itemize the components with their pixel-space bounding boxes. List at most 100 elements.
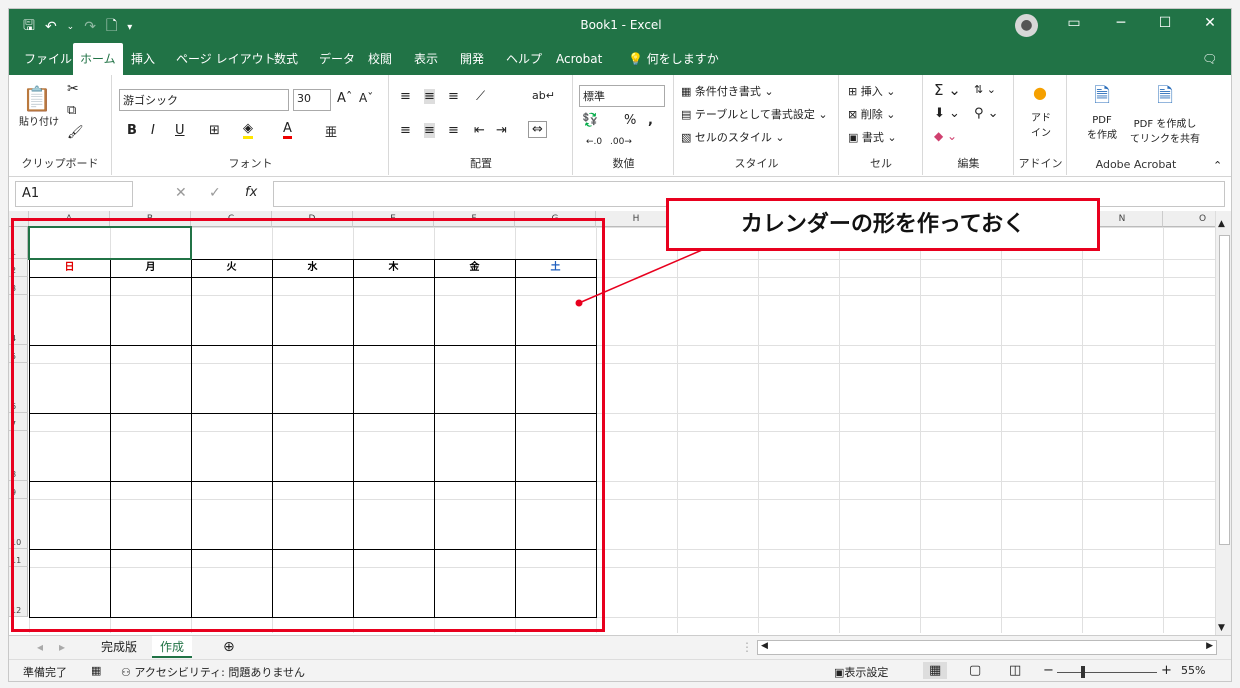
decrease-decimal-icon[interactable]: .00→ bbox=[610, 137, 632, 147]
sort-filter-icon[interactable]: ⇅ ⌄ bbox=[974, 83, 996, 96]
zoom-out-icon[interactable]: − bbox=[1043, 663, 1054, 678]
font-name-select[interactable]: 游ゴシック bbox=[119, 89, 289, 111]
scroll-up-icon[interactable]: ▲ bbox=[1218, 219, 1225, 229]
wrap-text-icon[interactable]: ab↵ bbox=[532, 89, 555, 102]
accessibility-status[interactable]: ⚇ アクセシビリティ: 問題ありません bbox=[121, 664, 305, 680]
copy-icon[interactable]: ⧉ bbox=[67, 103, 76, 118]
delete-cells-button[interactable]: ⊠ 削除 ⌄ bbox=[848, 106, 895, 122]
align-left-icon[interactable]: ≡ bbox=[400, 123, 411, 138]
calendar-highlight-box bbox=[11, 218, 605, 632]
font-color-icon[interactable]: A bbox=[283, 121, 292, 139]
close-button[interactable]: ✕ bbox=[1195, 15, 1225, 31]
maximize-button[interactable]: ☐ bbox=[1150, 15, 1180, 31]
horizontal-scrollbar[interactable]: ◀ ▶ bbox=[757, 640, 1217, 655]
grow-font-icon[interactable]: Aˆ bbox=[337, 91, 352, 106]
number-format-select[interactable]: 標準 bbox=[579, 85, 665, 107]
pdf-share-icon: 🗎 bbox=[1156, 83, 1174, 107]
phonetic-icon[interactable]: 亜 bbox=[325, 123, 337, 140]
tab-developer[interactable]: 開発 bbox=[453, 43, 491, 75]
tell-me-search[interactable]: 💡 何をしますか bbox=[621, 43, 726, 75]
normal-view-icon[interactable]: ▦ bbox=[923, 662, 948, 679]
currency-icon[interactable]: 💱 bbox=[582, 113, 598, 128]
macro-record-icon[interactable]: ▦ bbox=[91, 664, 101, 677]
fill-icon[interactable]: ⬇ ⌄ bbox=[934, 106, 960, 121]
tab-file[interactable]: ファイル bbox=[17, 43, 79, 75]
addins-button[interactable]: アド イン bbox=[1021, 109, 1061, 139]
scroll-thumb[interactable] bbox=[1219, 235, 1230, 545]
tab-help[interactable]: ヘルプ bbox=[499, 43, 549, 75]
tab-formulas[interactable]: 数式 bbox=[267, 43, 305, 75]
cancel-formula-icon[interactable]: ✕ bbox=[175, 185, 187, 201]
merge-center-icon[interactable]: ⇔ bbox=[528, 121, 547, 138]
cut-icon[interactable]: ✂ bbox=[67, 81, 79, 97]
tab-acrobat[interactable]: Acrobat bbox=[549, 43, 609, 75]
zoom-level[interactable]: 55% bbox=[1181, 664, 1205, 677]
decrease-indent-icon[interactable]: ⇤ bbox=[474, 123, 485, 138]
tab-data[interactable]: データ bbox=[312, 43, 362, 75]
name-box[interactable]: A1 bbox=[15, 181, 133, 207]
percent-button[interactable]: % bbox=[624, 113, 636, 128]
fill-color-icon[interactable]: ◈ bbox=[243, 121, 253, 139]
scroll-right-icon[interactable]: ▶ bbox=[1206, 641, 1213, 651]
create-pdf-button[interactable]: 🗎 PDF を作成 bbox=[1082, 81, 1122, 141]
autosum-icon[interactable]: Σ ⌄ bbox=[934, 81, 961, 99]
format-painter-icon[interactable]: 🖌 bbox=[67, 125, 84, 140]
next-sheet-icon[interactable]: ▸ bbox=[51, 636, 73, 658]
tab-view[interactable]: 表示 bbox=[407, 43, 445, 75]
insert-function-icon[interactable]: fx bbox=[245, 185, 257, 200]
cell-styles-button[interactable]: ▧ セルのスタイル ⌄ bbox=[681, 129, 785, 145]
enter-formula-icon[interactable]: ✓ bbox=[209, 185, 221, 201]
format-as-table-button[interactable]: ▤ テーブルとして書式設定 ⌄ bbox=[681, 106, 828, 122]
vertical-scrollbar[interactable]: ▲ ▼ bbox=[1215, 211, 1231, 639]
create-pdf-share-button[interactable]: 🗎 PDF を作成し てリンクを共有 bbox=[1130, 81, 1200, 145]
collapse-ribbon-icon[interactable]: ⌃ bbox=[1213, 159, 1222, 172]
shrink-font-icon[interactable]: Aˇ bbox=[359, 91, 373, 105]
page-layout-view-icon[interactable]: ▢ bbox=[969, 663, 981, 678]
zoom-in-icon[interactable]: + bbox=[1161, 663, 1172, 678]
middle-align-icon[interactable]: ≡ bbox=[424, 89, 435, 104]
top-align-icon[interactable]: ≡ bbox=[400, 89, 411, 104]
column-header[interactable]: O bbox=[1163, 211, 1215, 227]
sheet-tabs-bar: ◂ ▸ 完成版 作成 ⊕ ⋮ ◀ ▶ bbox=[9, 635, 1231, 659]
account-icon[interactable]: ● bbox=[1015, 14, 1038, 37]
align-right-icon[interactable]: ≡ bbox=[448, 123, 459, 138]
column-header[interactable]: H bbox=[596, 211, 677, 227]
comma-button[interactable]: , bbox=[648, 113, 653, 128]
addins-icon[interactable]: ● bbox=[1033, 83, 1047, 102]
scroll-down-icon[interactable]: ▼ bbox=[1218, 623, 1225, 633]
display-settings-button[interactable]: ▣表示設定 bbox=[834, 664, 888, 680]
find-select-icon[interactable]: ⚲ ⌄ bbox=[974, 106, 999, 121]
italic-button[interactable]: I bbox=[151, 123, 155, 138]
comments-icon[interactable]: 🗨 bbox=[1195, 43, 1224, 75]
paste-button[interactable]: 📋 貼り付け bbox=[19, 85, 59, 128]
format-cells-button[interactable]: ▣ 書式 ⌄ bbox=[848, 129, 897, 145]
tab-home[interactable]: ホーム bbox=[73, 43, 123, 75]
prev-sheet-icon[interactable]: ◂ bbox=[29, 636, 51, 658]
scroll-left-icon[interactable]: ◀ bbox=[761, 641, 768, 651]
increase-indent-icon[interactable]: ⇥ bbox=[496, 123, 507, 138]
zoom-slider[interactable] bbox=[1057, 672, 1157, 673]
borders-icon[interactable]: ⊞ bbox=[209, 123, 220, 138]
bold-button[interactable]: B bbox=[127, 123, 137, 138]
sheet-tab-kanseiban[interactable]: 完成版 bbox=[93, 636, 145, 658]
ribbon-display-icon[interactable]: ▭ bbox=[1059, 15, 1089, 31]
font-size-select[interactable]: 30 bbox=[293, 89, 331, 111]
page-break-view-icon[interactable]: ◫ bbox=[1009, 663, 1021, 678]
tab-insert[interactable]: 挿入 bbox=[124, 43, 162, 75]
sheet-tab-sakusei[interactable]: 作成 bbox=[152, 636, 193, 658]
tab-review[interactable]: 校閲 bbox=[361, 43, 399, 75]
bottom-align-icon[interactable]: ≡ bbox=[448, 89, 459, 104]
minimize-button[interactable]: ─ bbox=[1106, 15, 1136, 31]
insert-cells-button[interactable]: ⊞ 挿入 ⌄ bbox=[848, 83, 895, 99]
underline-button[interactable]: U bbox=[175, 123, 185, 138]
add-sheet-icon[interactable]: ⊕ bbox=[215, 636, 243, 658]
conditional-format-button[interactable]: ▦ 条件付き書式 ⌄ bbox=[681, 83, 774, 99]
tab-page-layout[interactable]: ページ レイアウト bbox=[169, 43, 283, 75]
clear-icon[interactable]: ◆ ⌄ bbox=[934, 129, 957, 143]
gridline bbox=[1163, 227, 1164, 633]
increase-decimal-icon[interactable]: ←.0 bbox=[586, 137, 602, 147]
orientation-icon[interactable]: ⟋ bbox=[476, 89, 485, 104]
zoom-slider-thumb[interactable] bbox=[1081, 666, 1085, 678]
align-center-icon[interactable]: ≡ bbox=[424, 123, 435, 138]
alignment-group: ≡ ≡ ≡ ⟋ ab↵ ≡ ≡ ≡ ⇤ ⇥ ⇔ 配置 bbox=[390, 75, 573, 175]
